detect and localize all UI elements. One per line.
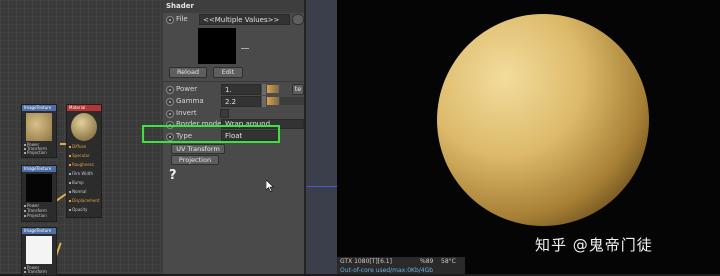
texture-thumbnail	[26, 174, 52, 202]
node-port[interactable]: Diffuse	[69, 145, 86, 149]
gpu-name: GTX 1080[T][6.1]	[340, 258, 392, 265]
node-port[interactable]: Bump	[69, 181, 84, 185]
watermark-text: 知乎 @鬼帝门徒	[535, 236, 653, 254]
texture-thumbnail	[26, 236, 52, 264]
power-stepper[interactable]	[262, 84, 266, 95]
gamma-input[interactable]: 2.2	[221, 96, 261, 107]
gamma-slider[interactable]	[267, 97, 279, 105]
shader-attribute-panel: Shader File <<Multiple Values>> Reload E…	[142, 0, 304, 274]
preview-info-dash	[241, 48, 249, 49]
node-port[interactable]: Roughness	[69, 163, 94, 167]
gamma-keyframe-radio[interactable]	[166, 98, 174, 106]
node-wire	[55, 193, 67, 202]
mouse-cursor-icon	[266, 180, 275, 192]
panel-title: Shader	[166, 2, 194, 10]
image-texture-node[interactable]: ImageTexture Power Transform	[21, 227, 57, 276]
texture-thumbnail	[26, 113, 52, 141]
image-texture-node[interactable]: ImageTexture Power Transform Projection	[21, 104, 57, 158]
render-viewport[interactable]: 知乎 @鬼帝门徒 GTX 1080[T][6.1] %89 58°C Out-o…	[337, 0, 720, 274]
section-divider	[163, 81, 304, 82]
material-preview	[71, 113, 97, 141]
node-port[interactable]: Transform	[24, 270, 47, 274]
node-port[interactable]: Projection	[24, 214, 47, 218]
node-title: Material	[67, 105, 101, 111]
node-graph-editor[interactable]: ImageTexture Power Transform Projection …	[0, 0, 163, 276]
power-keyframe-radio[interactable]	[166, 86, 174, 94]
node-port[interactable]: Opacity	[69, 208, 87, 212]
gpu-usage: %89	[420, 258, 434, 265]
node-port[interactable]: Film Width	[69, 172, 93, 176]
power-input[interactable]: 1.	[221, 84, 261, 95]
file-keyframe-radio[interactable]	[166, 16, 174, 24]
rendered-sphere	[437, 14, 649, 226]
type-highlight-box	[142, 125, 280, 143]
node-port[interactable]: Specular	[69, 154, 89, 158]
node-title: ImageTexture	[22, 105, 56, 111]
guide-line	[307, 186, 337, 187]
gamma-slider-track[interactable]	[280, 97, 304, 105]
out-of-core-status: Out-of-core used/max:0Kb/4Gb	[340, 267, 434, 274]
node-port[interactable]: Displacement	[69, 199, 100, 203]
material-node[interactable]: Material Diffuse Specular Roughness Film…	[66, 104, 102, 218]
gamma-label: Gamma	[176, 97, 204, 105]
node-port[interactable]: Normal	[69, 190, 86, 194]
node-title: ImageTexture	[22, 228, 56, 234]
viewport-separator	[304, 0, 337, 274]
gpu-temperature: 58°C	[441, 258, 456, 265]
truncated-button[interactable]: te	[292, 84, 304, 95]
power-label: Power	[176, 85, 198, 93]
invert-keyframe-radio[interactable]	[166, 110, 174, 118]
file-path-field[interactable]: <<Multiple Values>>	[199, 14, 290, 25]
splitter-handle[interactable]	[304, 0, 306, 274]
file-label: File	[176, 15, 188, 23]
node-title: ImageTexture	[22, 166, 56, 172]
image-texture-node[interactable]: ImageTexture Power Transform Projection	[21, 165, 57, 222]
invert-checkbox[interactable]	[220, 109, 229, 118]
uv-transform-button[interactable]: UV Transform	[171, 144, 225, 154]
invert-label: Invert	[176, 109, 197, 117]
help-icon[interactable]: ?	[169, 168, 177, 183]
power-slider[interactable]	[267, 85, 279, 93]
node-port[interactable]: Projection	[24, 151, 47, 155]
edit-button[interactable]: Edit	[213, 67, 243, 78]
projection-button[interactable]: Projection	[171, 155, 219, 165]
texture-preview	[198, 28, 236, 64]
gamma-stepper[interactable]	[262, 96, 266, 107]
reload-button[interactable]: Reload	[169, 67, 207, 78]
render-status-bar: GTX 1080[T][6.1] %89 58°C Out-of-core us…	[337, 257, 465, 274]
file-browse-button[interactable]	[292, 14, 304, 25]
